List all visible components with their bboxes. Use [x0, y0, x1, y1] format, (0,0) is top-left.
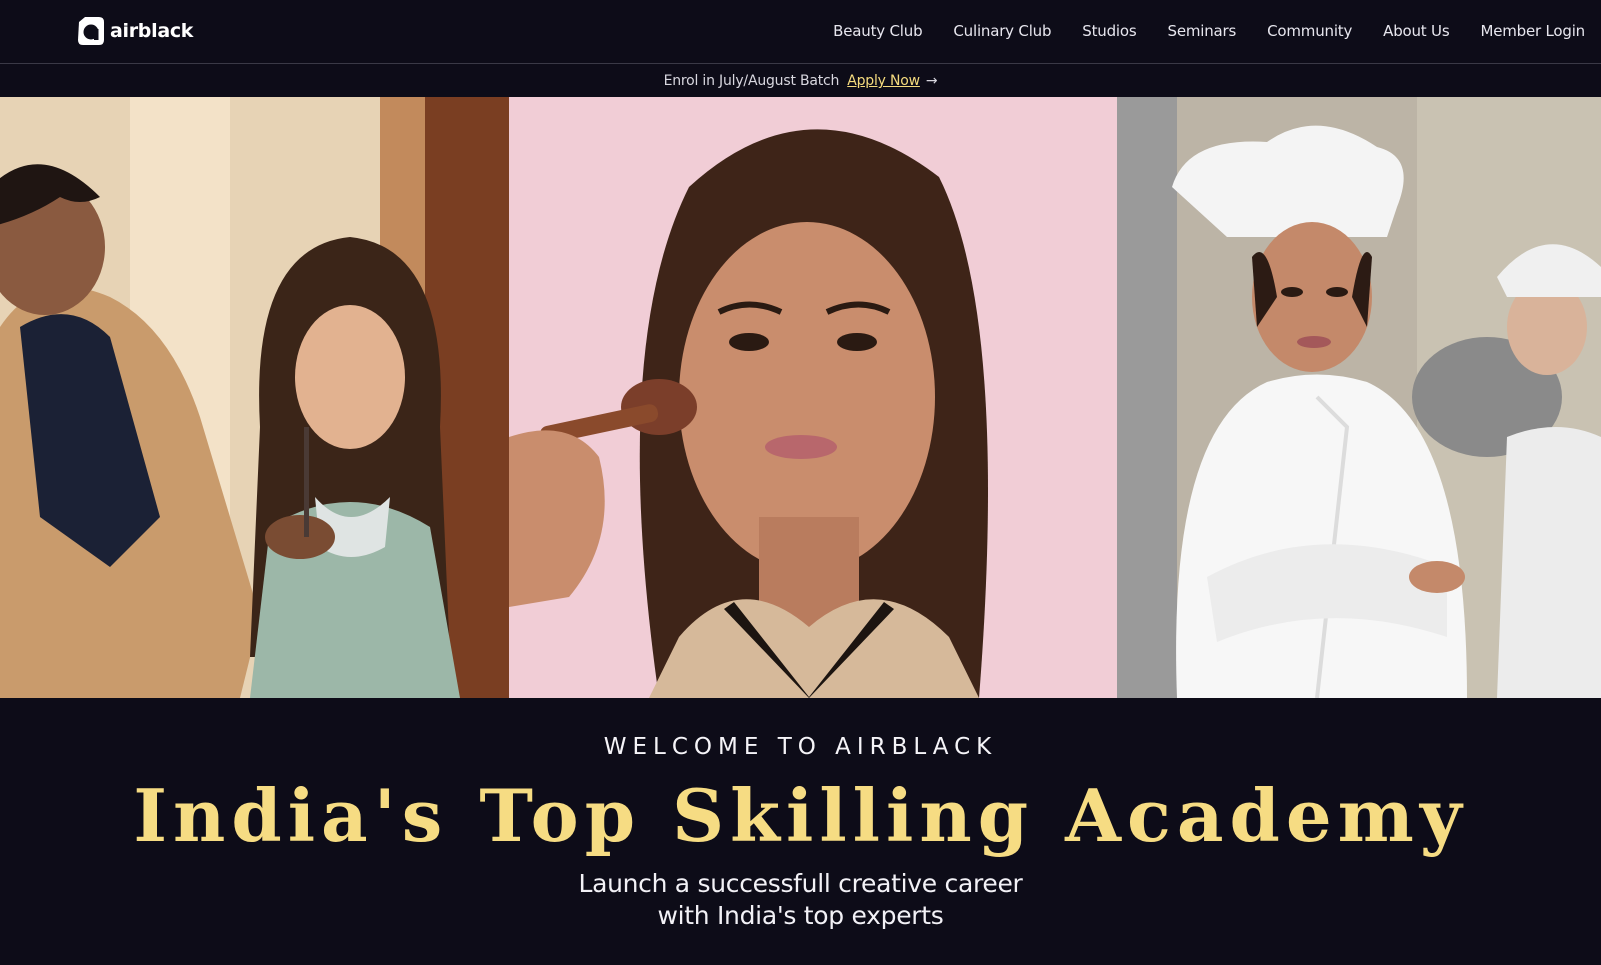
welcome-eyebrow: WELCOME TO AIRBLACK — [603, 734, 998, 760]
hero-headline: India's Top Skilling Academy — [133, 773, 1468, 858]
nav-member-login[interactable]: Member Login — [1480, 22, 1585, 40]
hero-image-strip — [0, 97, 1601, 698]
announcement-text: Enrol in July/August Batch — [663, 73, 840, 89]
nav-beauty-club[interactable]: Beauty Club — [833, 22, 922, 40]
arrow-right-icon[interactable]: → — [926, 73, 938, 89]
chef-portrait-photo — [1117, 97, 1601, 698]
woman-makeup-brush-photo — [509, 97, 1117, 698]
makeup-artist-illustration — [0, 97, 509, 698]
nav-studios[interactable]: Studios — [1082, 22, 1136, 40]
chef-illustration — [1117, 97, 1601, 698]
nav-community[interactable]: Community — [1267, 22, 1352, 40]
makeup-artist-bridal-photo — [0, 97, 509, 698]
nav-culinary-club[interactable]: Culinary Club — [953, 22, 1051, 40]
top-navigation: airblack Beauty Club Culinary Club Studi… — [0, 0, 1601, 64]
brand-logo[interactable]: airblack — [75, 15, 193, 47]
main-menu: Beauty Club Culinary Club Studios Semina… — [802, 22, 1585, 40]
nav-seminars[interactable]: Seminars — [1168, 22, 1237, 40]
announcement-bar: Enrol in July/August Batch Apply Now → — [0, 65, 1601, 97]
brand-name: airblack — [110, 20, 194, 42]
hero-subheadline: Launch a successfull creative career wit… — [0, 868, 1601, 932]
apply-now-link[interactable]: Apply Now — [847, 73, 920, 89]
airblack-logo-icon — [78, 17, 104, 45]
nav-about-us[interactable]: About Us — [1383, 22, 1450, 40]
subheadline-line-2: with India's top experts — [657, 901, 944, 930]
woman-portrait-illustration — [509, 97, 1117, 698]
subheadline-line-1: Launch a successfull creative career — [578, 869, 1023, 898]
